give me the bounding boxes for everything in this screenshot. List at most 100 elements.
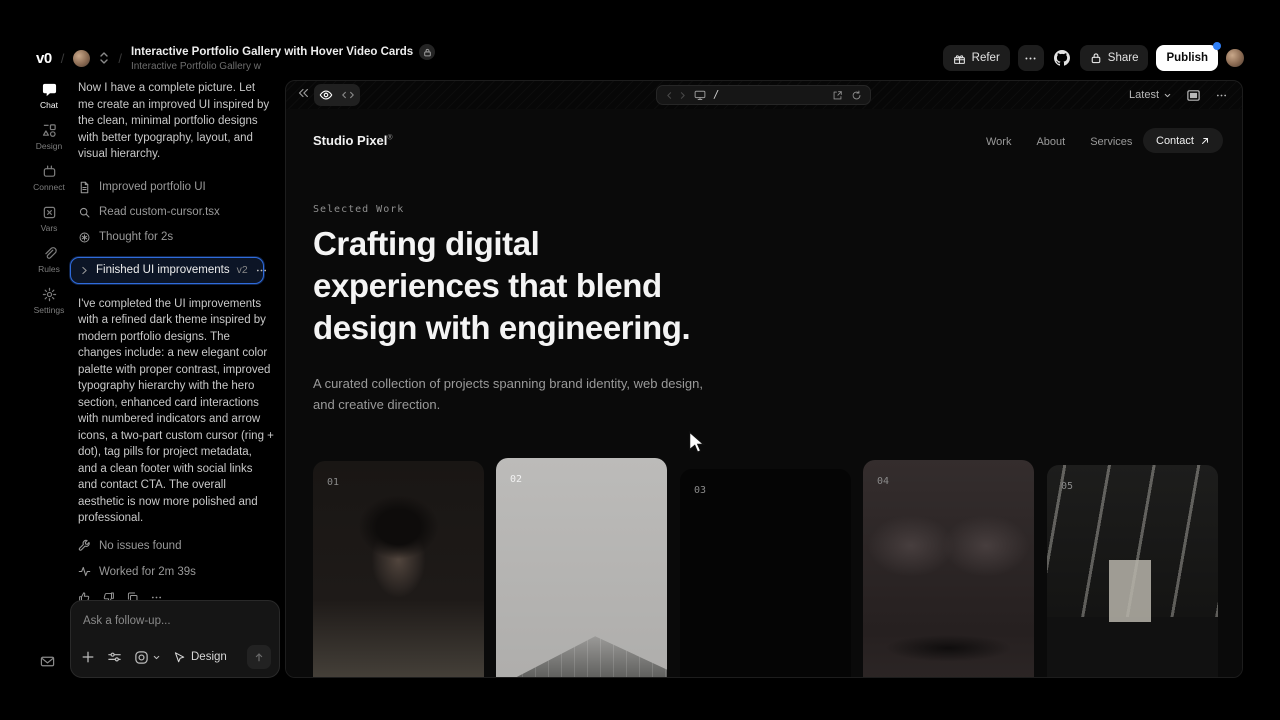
- photo-lips-closeup: [863, 460, 1034, 677]
- assistant-message-intro: Now I have a complete picture. Let me cr…: [78, 80, 274, 163]
- step-improved-portfolio-ui[interactable]: Improved portfolio UI: [78, 175, 274, 200]
- lock-icon: [1090, 52, 1102, 64]
- step-label: Improved portfolio UI: [99, 181, 206, 193]
- nav-link-work[interactable]: Work: [986, 136, 1011, 148]
- preview-toolbar: / Latest: [286, 81, 1242, 109]
- agent-icon: [134, 650, 149, 665]
- attach-plus-icon[interactable]: [81, 650, 95, 664]
- agent-selector[interactable]: [134, 650, 161, 665]
- user-avatar[interactable]: [1226, 49, 1244, 67]
- card-number: 03: [694, 485, 706, 496]
- arrow-up-icon: [253, 651, 265, 663]
- feedback-mail-icon[interactable]: [40, 654, 55, 669]
- step-thought[interactable]: Thought for 2s: [78, 225, 274, 250]
- publish-label: Publish: [1166, 52, 1208, 64]
- rail-item-settings[interactable]: Settings: [28, 287, 70, 315]
- rail-item-chat[interactable]: Chat: [28, 82, 70, 110]
- status-text: Worked for 2m 39s: [99, 566, 196, 578]
- plug-icon: [42, 164, 57, 179]
- breadcrumb: v0 / / Interactive Portfolio Gallery wit…: [36, 40, 435, 76]
- design-mode-button[interactable]: Design: [173, 651, 227, 664]
- contact-label: Contact: [1156, 135, 1194, 147]
- status-no-issues: No issues found: [78, 533, 274, 559]
- gallery-card-03[interactable]: 03: [680, 469, 851, 677]
- history-nav: [665, 91, 687, 100]
- rail-item-vars[interactable]: Vars: [28, 205, 70, 233]
- wrench-icon: [78, 539, 91, 552]
- project-title[interactable]: Interactive Portfolio Gallery with Hover…: [131, 46, 413, 58]
- hero-line-2: experiences that blend: [313, 267, 662, 304]
- top-bar: v0 / / Interactive Portfolio Gallery wit…: [0, 40, 1280, 76]
- more-options-button[interactable]: [1018, 45, 1044, 71]
- v0-logo[interactable]: v0: [36, 50, 52, 67]
- url-actions: [832, 90, 862, 101]
- gallery-card-02[interactable]: 02: [496, 458, 667, 677]
- url-path[interactable]: /: [713, 89, 719, 101]
- forward-icon[interactable]: [678, 91, 687, 100]
- gear-icon: [42, 287, 57, 302]
- finished-task-card[interactable]: Finished UI improvements v2: [70, 257, 264, 284]
- send-button[interactable]: [247, 645, 271, 669]
- share-button[interactable]: Share: [1080, 45, 1149, 71]
- task-menu-icon[interactable]: [255, 264, 268, 277]
- site-preview: Studio Pixel® Work About Services Contac…: [286, 109, 1242, 677]
- preview-eye-icon[interactable]: [319, 88, 333, 102]
- task-label: Finished UI improvements: [96, 264, 230, 276]
- contact-button[interactable]: Contact: [1143, 128, 1223, 153]
- gallery-card-05[interactable]: 05: [1047, 465, 1218, 677]
- site-logo[interactable]: Studio Pixel®: [313, 133, 393, 148]
- rail-item-design[interactable]: Design: [28, 123, 70, 151]
- arrow-up-right-icon: [1200, 136, 1210, 146]
- gallery-card-01[interactable]: 01: [313, 461, 484, 677]
- viewport-icon[interactable]: [694, 89, 706, 101]
- garage-pillar: [1109, 560, 1151, 622]
- assistant-message-result: I've completed the UI improvements with …: [78, 296, 274, 527]
- team-avatar[interactable]: [73, 50, 90, 67]
- project-info: Interactive Portfolio Gallery with Hover…: [131, 44, 435, 72]
- chevron-down-icon: [1163, 91, 1172, 100]
- chevron-right-icon: [80, 266, 89, 275]
- preview-url-bar[interactable]: /: [656, 85, 871, 105]
- version-label: Latest: [1129, 89, 1159, 101]
- followup-input[interactable]: [83, 615, 267, 627]
- refresh-icon[interactable]: [851, 90, 862, 101]
- settings-sliders-icon[interactable]: [107, 650, 122, 665]
- rail-label: Rules: [38, 264, 60, 274]
- github-button[interactable]: [1052, 45, 1072, 71]
- code-view-icon[interactable]: [341, 88, 355, 102]
- rail-item-rules[interactable]: Rules: [28, 246, 70, 274]
- nav-link-services[interactable]: Services: [1090, 136, 1132, 148]
- pointer-icon: [173, 651, 186, 664]
- rail-label: Vars: [41, 223, 58, 233]
- preview-toolbar-right: Latest: [1129, 81, 1228, 109]
- preview-menu-icon[interactable]: [1215, 89, 1228, 102]
- chevron-down-icon: [152, 653, 161, 662]
- version-dropdown[interactable]: Latest: [1129, 89, 1172, 101]
- photo-speaker-product: [680, 469, 851, 677]
- chat-panel: Now I have a complete picture. Let me cr…: [78, 80, 274, 604]
- publish-button[interactable]: Publish: [1156, 45, 1218, 71]
- nav-link-about[interactable]: About: [1036, 136, 1065, 148]
- site-nav: Work About Services: [986, 136, 1132, 148]
- share-label: Share: [1108, 52, 1139, 64]
- device-frame-icon[interactable]: [1186, 88, 1201, 103]
- paperclip-icon: [42, 246, 57, 261]
- refer-button[interactable]: Refer: [943, 45, 1010, 71]
- gallery-card-04[interactable]: 04: [863, 460, 1034, 677]
- rail-label: Connect: [33, 182, 65, 192]
- project-switcher-icon[interactable]: [99, 51, 109, 65]
- gift-icon: [953, 52, 966, 65]
- top-bar-actions: Refer Share Publish: [943, 40, 1244, 76]
- private-lock-icon[interactable]: [419, 44, 435, 60]
- rail-item-connect[interactable]: Connect: [28, 164, 70, 192]
- back-icon[interactable]: [665, 91, 674, 100]
- rail-label: Design: [36, 141, 62, 151]
- open-external-icon[interactable]: [832, 90, 843, 101]
- step-read-custom-cursor[interactable]: Read custom-cursor.tsx: [78, 200, 274, 225]
- refer-label: Refer: [972, 52, 1000, 64]
- preview-panel: / Latest: [285, 80, 1243, 678]
- status-text: No issues found: [99, 540, 181, 552]
- composer-toolbar: Design: [81, 645, 271, 669]
- variable-box-icon: [42, 205, 57, 220]
- collapse-sidebar-icon[interactable]: [296, 86, 310, 100]
